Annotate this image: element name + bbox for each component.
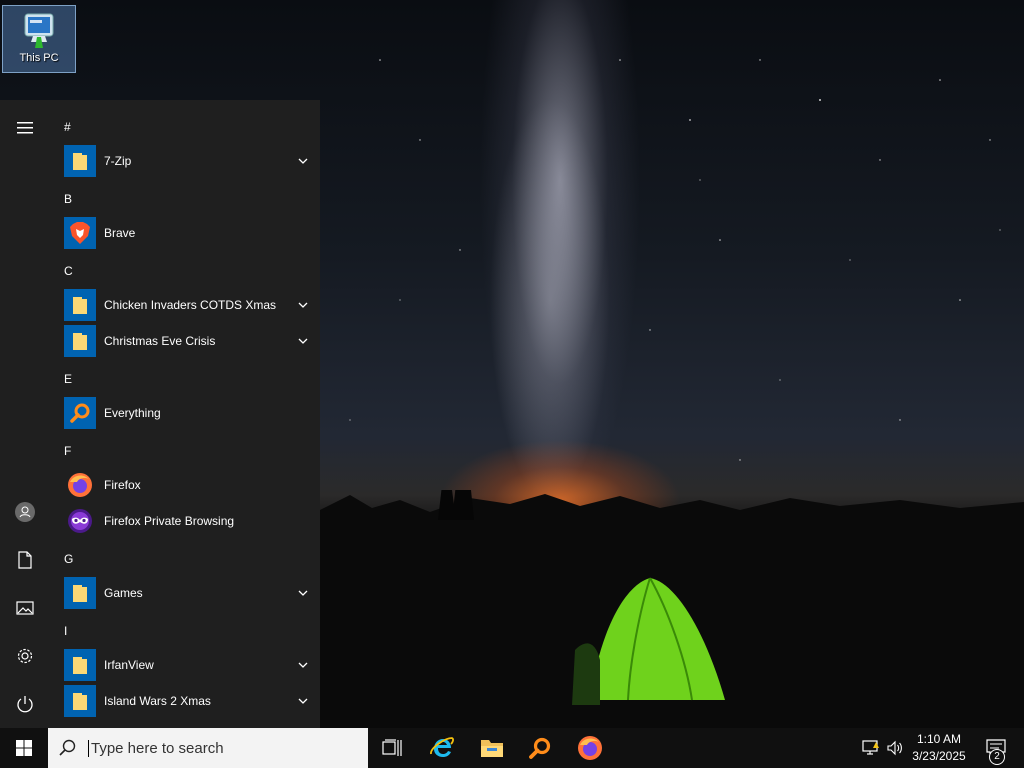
desktop-icon-this-pc[interactable]: This PC xyxy=(2,5,76,73)
folder-icon xyxy=(73,585,87,602)
app-tile xyxy=(64,325,96,357)
settings-gear-icon xyxy=(17,648,33,664)
app-name: Brave xyxy=(104,226,136,240)
everything-taskbar-button[interactable] xyxy=(516,728,564,768)
start-menu: # 7-Zip B Brave C Chicken Invaders COTDS… xyxy=(0,100,320,728)
documents-icon xyxy=(18,551,32,569)
hamburger-menu-icon xyxy=(17,122,33,134)
notification-count-badge: 2 xyxy=(989,749,1005,765)
app-tile xyxy=(64,217,96,249)
app-item-irfanview[interactable]: IrfanView xyxy=(64,648,310,682)
hamburger-menu-button[interactable] xyxy=(0,106,50,150)
taskbar-search-box[interactable] xyxy=(48,728,368,768)
app-name: Chicken Invaders COTDS Xmas xyxy=(104,298,277,312)
app-tile xyxy=(64,289,96,321)
pictures-icon xyxy=(16,601,34,615)
group-letter[interactable]: B xyxy=(64,192,72,206)
pictures-button[interactable] xyxy=(0,586,50,630)
task-view-button[interactable] xyxy=(368,728,416,768)
everything-search-icon xyxy=(70,403,90,423)
taskbar: 1:10 AM 3/23/2025 xyxy=(0,728,1024,768)
file-explorer-icon xyxy=(481,740,503,757)
app-tile xyxy=(64,577,96,609)
firefox-taskbar-button[interactable] xyxy=(566,728,614,768)
app-item-games[interactable]: Games xyxy=(64,576,310,610)
settings-button[interactable] xyxy=(0,634,50,678)
app-name: 7-Zip xyxy=(104,154,132,168)
internet-explorer-icon xyxy=(430,737,454,757)
folder-icon xyxy=(73,693,87,710)
app-tile xyxy=(64,469,96,501)
volume-tray-button[interactable] xyxy=(885,738,905,758)
clock-date: 3/23/2025 xyxy=(912,749,966,763)
app-tile xyxy=(64,649,96,681)
clock-time: 1:10 AM xyxy=(916,732,962,746)
search-input[interactable] xyxy=(88,739,351,757)
internet-explorer-button[interactable] xyxy=(418,728,466,768)
app-name: Games xyxy=(104,586,143,600)
file-explorer-button[interactable] xyxy=(468,728,516,768)
app-name: IrfanView xyxy=(104,658,154,672)
start-button[interactable] xyxy=(0,728,48,768)
power-icon xyxy=(17,696,33,713)
folder-icon xyxy=(73,657,87,674)
power-button[interactable] xyxy=(0,682,50,726)
app-name: Firefox xyxy=(104,478,141,492)
app-item-everything[interactable]: Everything xyxy=(64,396,310,430)
app-item-brave[interactable]: Brave xyxy=(64,216,310,250)
chevron-down-icon[interactable] xyxy=(296,154,310,168)
app-item-island-wars[interactable]: Island Wars 2 Xmas xyxy=(64,684,310,718)
group-letter[interactable]: E xyxy=(64,372,72,386)
user-avatar-icon xyxy=(15,502,35,522)
app-tile xyxy=(64,397,96,429)
network-disconnected-icon xyxy=(862,740,879,755)
chevron-down-icon[interactable] xyxy=(296,658,310,672)
group-letter[interactable]: I xyxy=(64,624,67,638)
chevron-down-icon[interactable] xyxy=(296,586,310,600)
task-view-icon xyxy=(382,739,402,756)
network-tray-button[interactable] xyxy=(861,738,881,758)
group-letter[interactable]: G xyxy=(64,552,73,566)
folder-icon xyxy=(73,297,87,314)
folder-icon xyxy=(73,153,87,170)
group-letter[interactable]: F xyxy=(64,444,71,458)
volume-icon xyxy=(887,740,902,756)
app-tile xyxy=(64,505,96,537)
chevron-down-icon[interactable] xyxy=(296,298,310,312)
app-list[interactable]: # 7-Zip B Brave C Chicken Invaders COTDS… xyxy=(50,100,320,728)
windows-logo-icon xyxy=(16,740,32,756)
documents-button[interactable] xyxy=(0,538,50,582)
taskbar-clock[interactable]: 1:10 AM 3/23/2025 xyxy=(906,731,972,765)
app-item-chicken-invaders[interactable]: Chicken Invaders COTDS Xmas xyxy=(64,288,310,322)
app-name: Firefox Private Browsing xyxy=(104,514,235,528)
firefox-icon xyxy=(68,473,92,497)
app-item-christmas-eve-crisis[interactable]: Christmas Eve Crisis xyxy=(64,324,310,358)
brave-icon xyxy=(70,222,90,244)
app-item-7zip[interactable]: 7-Zip xyxy=(64,144,310,178)
desktop-icon-label: This PC xyxy=(19,52,59,64)
chevron-down-icon[interactable] xyxy=(296,694,310,708)
app-tile xyxy=(64,685,96,717)
app-name: Christmas Eve Crisis xyxy=(104,334,216,348)
this-pc-icon xyxy=(24,13,54,48)
everything-search-icon xyxy=(529,737,551,759)
folder-icon xyxy=(73,333,87,350)
firefox-private-icon xyxy=(68,509,92,533)
app-name: Everything xyxy=(104,406,161,420)
start-rail xyxy=(0,100,50,728)
chevron-down-icon[interactable] xyxy=(296,334,310,348)
user-account-button[interactable] xyxy=(0,490,50,534)
app-tile xyxy=(64,145,96,177)
group-letter[interactable]: # xyxy=(64,120,71,134)
firefox-icon xyxy=(578,736,602,760)
app-item-firefox[interactable]: Firefox xyxy=(64,468,310,502)
app-name: Island Wars 2 Xmas xyxy=(104,694,211,708)
search-icon xyxy=(59,739,76,756)
app-item-firefox-private[interactable]: Firefox Private Browsing xyxy=(64,504,310,538)
group-letter[interactable]: C xyxy=(64,264,73,278)
